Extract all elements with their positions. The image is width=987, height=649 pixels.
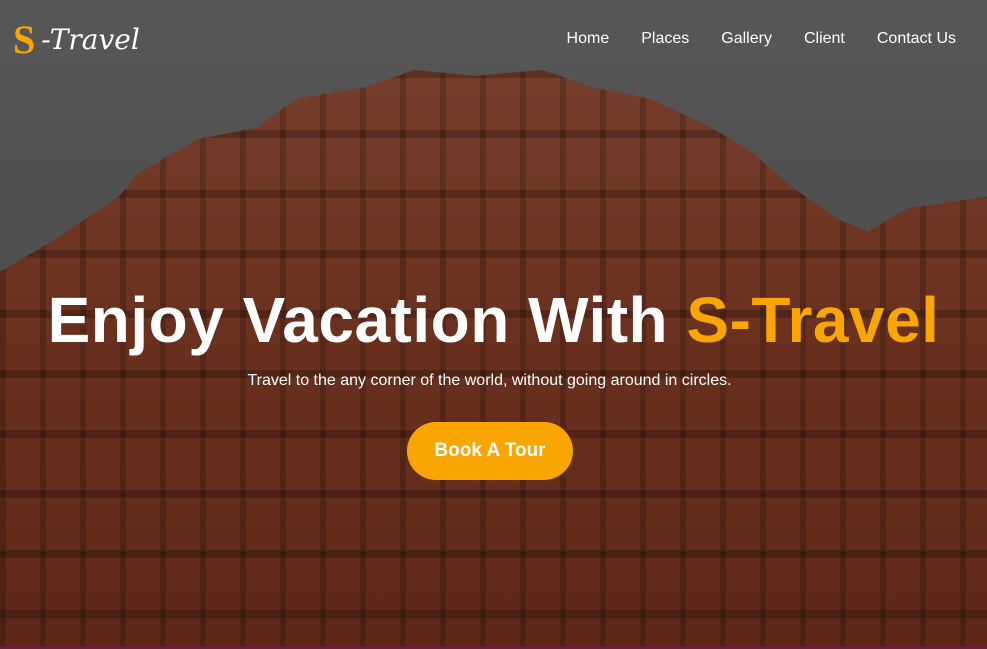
main-nav: Home Places Gallery Client Contact Us bbox=[567, 30, 956, 48]
hero-subtitle: Travel to the any corner of the world, w… bbox=[247, 372, 732, 389]
nav-contact-us[interactable]: Contact Us bbox=[877, 30, 956, 48]
hero-title: Enjoy Vacation With S-Travel bbox=[0, 283, 987, 357]
hero-title-main: Enjoy Vacation With bbox=[47, 284, 687, 356]
book-a-tour-button[interactable]: Book A Tour bbox=[407, 422, 573, 480]
logo-letter: S bbox=[13, 17, 36, 62]
nav-gallery[interactable]: Gallery bbox=[721, 30, 772, 48]
nav-home[interactable]: Home bbox=[567, 30, 610, 48]
nav-client[interactable]: Client bbox=[804, 30, 845, 48]
hero-title-accent: S-Travel bbox=[686, 284, 940, 356]
logo[interactable]: S -Travel bbox=[13, 16, 140, 63]
logo-text: -Travel bbox=[41, 23, 140, 56]
nav-places[interactable]: Places bbox=[641, 30, 689, 48]
